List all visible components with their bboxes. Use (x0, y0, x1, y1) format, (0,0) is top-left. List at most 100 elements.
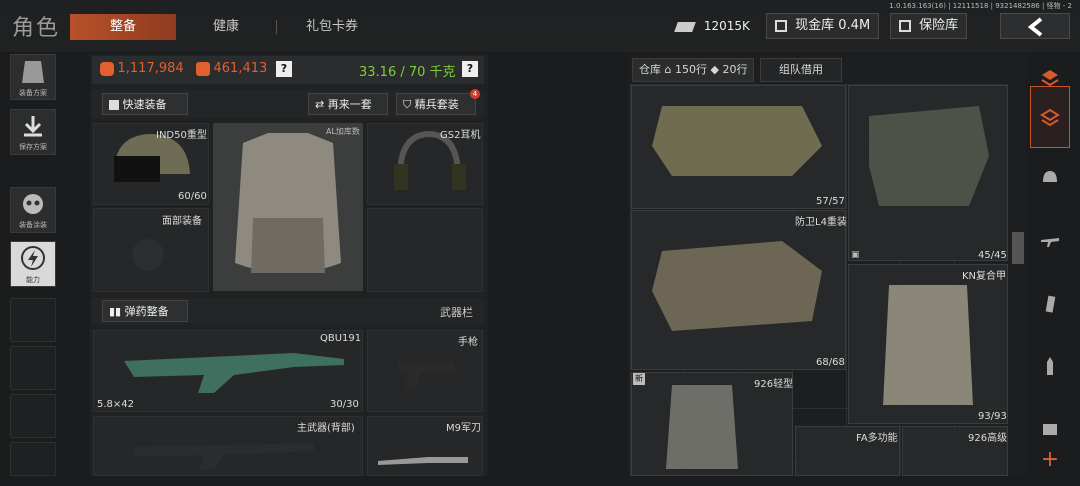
empty-equip-slot[interactable] (367, 208, 483, 292)
tab-divider (276, 20, 277, 34)
medkit-icon (1043, 424, 1057, 435)
elite-set-button[interactable]: ⛉ 精兵套装 (396, 93, 476, 115)
item-name: 防卫L4重装 (795, 217, 847, 228)
tab-equip[interactable]: 整备 (70, 14, 176, 40)
warehouse-tab-label: 仓库 (639, 63, 661, 76)
weight-display: 33.16 / 70 千克 (359, 65, 456, 80)
empty-slot (10, 346, 56, 390)
item-name: 926轻型 (754, 379, 794, 390)
tag-icon: ◆ (710, 63, 719, 76)
weight-help-button[interactable]: ? (462, 61, 478, 77)
back-button[interactable] (1000, 13, 1070, 39)
shield-icon: ⛉ (403, 98, 412, 111)
again-button[interactable]: ⇄ 再来一套 (308, 93, 388, 115)
tab-health[interactable]: 健康 (190, 14, 262, 40)
empty-slot (10, 394, 56, 438)
elite-label: 精兵套装 (414, 98, 459, 111)
helmet-filter-icon (1043, 171, 1057, 182)
download-icon (24, 116, 42, 137)
currency-amount: 12015K (703, 19, 750, 33)
ammo-icon: ▮▮ (109, 305, 122, 318)
quick-equip-button[interactable]: 快速装备 (102, 93, 188, 115)
ammo-prep-button[interactable]: ▮▮ 弹药整备 (102, 300, 188, 322)
safe-box-label: 保险库 (919, 18, 959, 33)
ammo-prep-label: 弹药整备 (124, 305, 169, 318)
warehouse-item[interactable] (848, 264, 1008, 424)
layers-icon (1040, 108, 1060, 127)
helmet-durability: 60/60 (178, 191, 207, 202)
value-bag-amount: 461,413 (213, 61, 268, 76)
home-icon: ⌂ (664, 63, 672, 76)
armor-vest-icon (235, 133, 341, 273)
cube-icon: ▣ (851, 250, 860, 260)
cash-icon (674, 21, 696, 32)
filter-medical-button[interactable] (1030, 406, 1070, 450)
item-name: FA多功能 (856, 433, 898, 444)
warehouse-item[interactable] (631, 210, 846, 370)
new-tag: 新 (633, 373, 645, 385)
item-name: 926高级 (968, 433, 1008, 444)
value-bag: 461,413 (196, 60, 267, 78)
sidebar-item-label: 能力 (26, 276, 40, 284)
tab-gift-cards[interactable]: 礼包卡券 (292, 14, 372, 40)
primary-caliber: 5.8×42 (97, 399, 135, 410)
safe-box-button[interactable]: 保险库 (890, 13, 968, 39)
item-durability: 93/93 (978, 411, 1007, 422)
knife-name: M9军刀 (446, 423, 481, 434)
sidebar-item-label: 装备涂装 (19, 221, 47, 229)
warehouse-item[interactable] (631, 85, 846, 209)
magazine-icon (1045, 295, 1056, 313)
item-durability: 45/45 (978, 250, 1007, 261)
backpack-icon (196, 62, 210, 76)
add-icon[interactable]: + (1036, 448, 1064, 472)
vest-icon (22, 61, 44, 83)
team-borrow-tab[interactable]: 组队借用 (760, 58, 842, 82)
filter-helmet-button[interactable] (1030, 156, 1070, 200)
primary-back-name: 主武器(背部) (297, 423, 355, 434)
item-name: KN复合甲 (962, 271, 1007, 282)
elite-badge: 4 (470, 89, 480, 99)
chevron-left-icon (1027, 17, 1043, 37)
item-durability: 68/68 (816, 357, 845, 368)
filter-ammo-button[interactable] (1030, 344, 1070, 388)
safe-icon (899, 19, 911, 32)
cash-vault-label: 现金库 0.4M (795, 18, 871, 33)
shirt-icon (109, 100, 119, 110)
again-label: 再来一套 (327, 98, 372, 111)
warehouse-scrollbar[interactable] (1012, 232, 1024, 264)
skull-mask-icon (23, 194, 43, 214)
value-red: 1,117,984 (100, 60, 184, 78)
bag-icon (100, 62, 114, 76)
armor-name: AL加库数 (326, 127, 360, 136)
value-red-amount: 1,117,984 (117, 61, 184, 76)
help-button[interactable]: ? (276, 61, 292, 77)
face-name: 面部装备 (162, 216, 202, 227)
rifle-filter-icon (1041, 238, 1059, 247)
primary-ammo: 30/30 (330, 399, 359, 410)
warehouse-rows-2: 20行 (722, 63, 748, 76)
sidebar-item-label: 保存方案 (19, 143, 47, 151)
warehouse-tab[interactable]: 仓库 ⌂ 150行 ◆ 20行 (632, 58, 754, 82)
version-text: 1.0.163.163(16) | 12111518 | 9321482586 … (889, 2, 1072, 10)
vault-icon (775, 19, 787, 32)
pistol-name: 手枪 (458, 337, 478, 348)
vest-item-icon (869, 106, 989, 206)
filter-rifle-button[interactable] (1030, 220, 1070, 264)
empty-slot (10, 442, 56, 476)
filter-magazine-button[interactable] (1030, 282, 1070, 326)
sidebar-item-label: 装备方案 (19, 89, 47, 97)
warehouse-rows-1: 150行 (674, 63, 707, 76)
cash-vault-button[interactable]: 现金库 0.4M (766, 13, 880, 39)
item-durability: 57/57 (816, 196, 845, 207)
plate-carrier-icon (883, 285, 973, 405)
currency-display: 12015K (674, 14, 750, 38)
headset-name: GS2耳机 (440, 130, 481, 141)
primary-name: QBU191 (320, 333, 362, 344)
filter-all-button[interactable] (1030, 86, 1070, 148)
lightning-icon (21, 246, 45, 270)
armor-slot[interactable] (213, 123, 363, 291)
page-title: 角色 (12, 16, 61, 41)
heavy-armor-icon (652, 241, 822, 331)
empty-slot (10, 298, 56, 342)
warehouse-item[interactable] (848, 85, 1008, 261)
